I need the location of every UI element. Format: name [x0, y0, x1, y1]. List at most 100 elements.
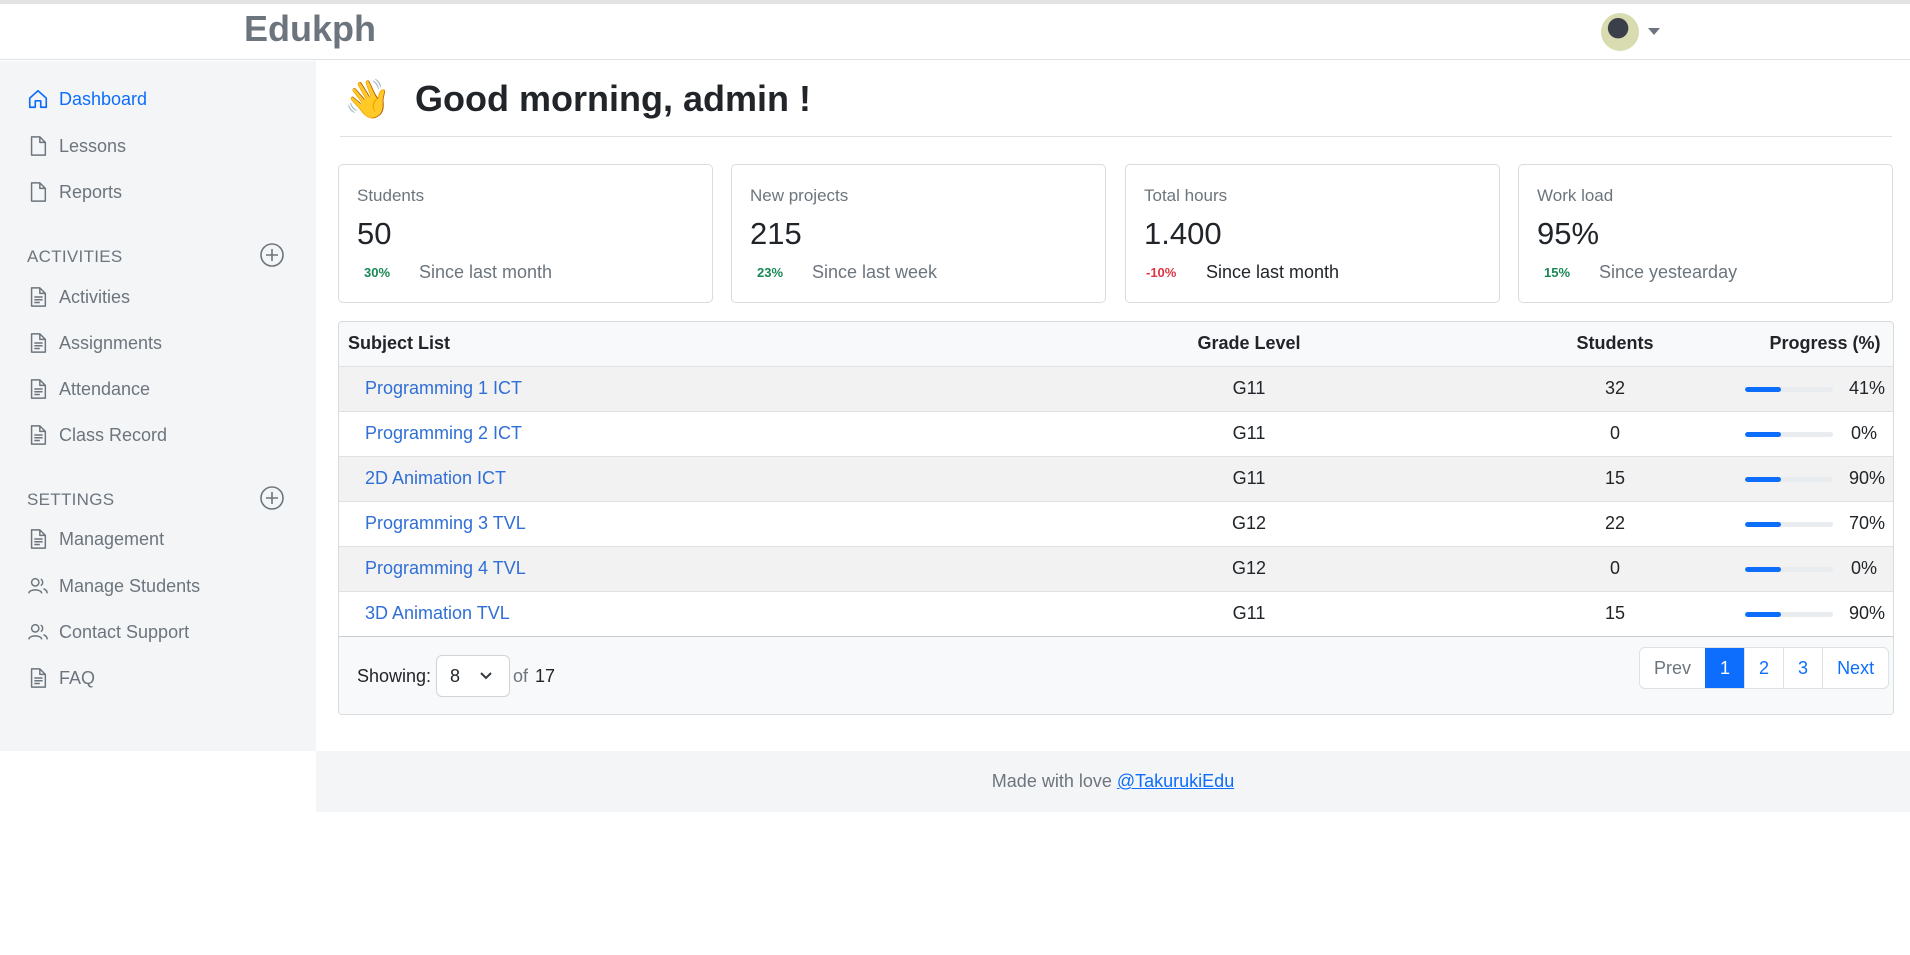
students-cell: 0: [1609, 558, 1620, 578]
sidebar-item-faq[interactable]: FAQ: [27, 661, 95, 695]
sidebar-item-contact-support[interactable]: Contact Support: [27, 615, 189, 649]
stat-value: 1.400: [1144, 216, 1222, 251]
subject-link[interactable]: Programming 2 ICT: [365, 423, 522, 444]
students-cell: 32: [1604, 378, 1626, 398]
stat-title: Students: [357, 186, 425, 205]
progress-bar: [1745, 612, 1833, 617]
grade-cell: G12: [1231, 558, 1267, 578]
sidebar-item-manage-students[interactable]: Manage Students: [27, 569, 200, 603]
activities-heading: ACTIVITIES: [27, 247, 123, 266]
file-text-icon: [30, 379, 47, 399]
file-icon: [30, 182, 47, 202]
sidebar-item-class-record[interactable]: Class Record: [27, 418, 167, 452]
stat-period: Since yestearday: [1599, 262, 1738, 282]
sidebar-item-label: Contact Support: [59, 621, 190, 642]
table-row: 3D Animation TVL G11 15 90%: [339, 591, 1893, 636]
students-cell: 22: [1604, 513, 1626, 533]
subject-link[interactable]: Programming 3 TVL: [365, 513, 526, 534]
progress-percent: 90%: [1848, 468, 1885, 488]
progress-fill: [1745, 612, 1782, 617]
students-cell: 15: [1604, 468, 1626, 488]
sidebar-item-attendance[interactable]: Attendance: [27, 372, 150, 406]
sidebar-item-label: Assignments: [59, 332, 163, 353]
caret-down-icon[interactable]: [1648, 28, 1660, 35]
users-icon: [28, 577, 48, 594]
page-size-select[interactable]: 8: [436, 655, 510, 697]
progress-bar: [1745, 522, 1833, 527]
progress-percent: 90%: [1848, 603, 1885, 623]
showing-label: Showing:: [357, 666, 432, 686]
subject-link[interactable]: Programming 1 ICT: [365, 378, 522, 399]
sidebar-item-reports[interactable]: Reports: [27, 175, 122, 209]
stat-title: New projects: [750, 186, 849, 205]
page-button-1[interactable]: 1: [1705, 648, 1745, 688]
subject-link[interactable]: Programming 4 TVL: [365, 558, 526, 579]
progress-fill: [1745, 432, 1782, 437]
brand-logo[interactable]: Edukph: [244, 8, 376, 50]
column-header-grade[interactable]: Grade Level: [1165, 333, 1333, 354]
sidebar-item-label: Attendance: [59, 378, 151, 399]
column-header-subject[interactable]: Subject List: [348, 333, 450, 354]
subject-link[interactable]: 2D Animation ICT: [365, 468, 506, 489]
footer-author-link[interactable]: @TakurukiEdu: [1117, 771, 1234, 791]
table-row: Programming 2 ICT G11 0 0%: [339, 411, 1893, 456]
user-avatar[interactable]: [1601, 13, 1639, 51]
stat-title: Work load: [1537, 186, 1614, 205]
stat-change: 15%: [1544, 265, 1571, 280]
subject-link[interactable]: 3D Animation TVL: [365, 603, 510, 624]
sidebar-item-assignments[interactable]: Assignments: [27, 326, 162, 360]
settings-heading: SETTINGS: [27, 490, 115, 509]
progress-percent: 0%: [1850, 423, 1877, 443]
prev-page-button[interactable]: Prev: [1640, 648, 1705, 688]
progress-bar: [1745, 432, 1833, 437]
grade-cell: G11: [1232, 603, 1266, 623]
page-button-2[interactable]: 2: [1744, 648, 1783, 688]
table-row: Programming 3 TVL G12 22 70%: [339, 501, 1893, 546]
grade-cell: G11: [1232, 468, 1266, 488]
stat-card-total-hours: Total hours 1.400 -10% Since last month: [1125, 164, 1500, 303]
grade-cell: G11: [1232, 423, 1266, 443]
stat-period: Since last month: [419, 262, 553, 282]
file-text-icon: [30, 668, 47, 688]
footer-message: Made with love: [991, 771, 1112, 791]
file-text-icon: [30, 287, 47, 307]
sidebar-item-management[interactable]: Management: [27, 522, 164, 556]
stat-card-work-load: Work load 95% 15% Since yestearday: [1518, 164, 1893, 303]
progress-percent: 41%: [1848, 378, 1885, 398]
footer-text: Made with love @TakurukiEdu: [316, 771, 1910, 792]
sidebar-item-label: Activities: [59, 286, 131, 307]
subject-table: Subject List Grade Level Students Progre…: [338, 321, 1894, 715]
sidebar-item-label: FAQ: [59, 667, 96, 688]
stat-period: Since last week: [812, 262, 938, 282]
column-header-progress[interactable]: Progress (%): [1763, 333, 1887, 354]
footer: Made with love @TakurukiEdu: [316, 751, 1910, 812]
house-icon: [28, 89, 48, 109]
sidebar-item-label: Manage Students: [59, 575, 201, 596]
sidebar-item-activities[interactable]: Activities: [27, 280, 130, 314]
sidebar-item-label: Class Record: [59, 424, 168, 445]
column-header-students[interactable]: Students: [1545, 333, 1685, 354]
stat-title: Total hours: [1144, 186, 1228, 205]
stat-change: -10%: [1146, 265, 1177, 280]
table-footer-divider: [339, 636, 1893, 637]
sidebar-item-label: Management: [59, 528, 165, 549]
file-icon: [30, 136, 47, 156]
next-page-button[interactable]: Next: [1822, 648, 1888, 688]
page-button-3[interactable]: 3: [1783, 648, 1822, 688]
stat-value: 215: [750, 216, 802, 251]
sidebar-item-label: Lessons: [59, 135, 127, 156]
sidebar-item-label: Dashboard: [59, 88, 148, 109]
sidebar-item-dashboard[interactable]: Dashboard: [27, 82, 147, 116]
top-navbar: Edukph: [0, 4, 1910, 60]
sidebar-item-label: Reports: [59, 181, 123, 202]
page-size-value: 8: [450, 666, 461, 686]
progress-percent: 70%: [1848, 513, 1885, 533]
progress-fill: [1745, 522, 1782, 527]
stat-value: 95%: [1537, 216, 1600, 251]
table-row: Programming 4 TVL G12 0 0%: [339, 546, 1893, 591]
add-activity-plus-icon[interactable]: [259, 242, 285, 268]
progress-fill: [1745, 477, 1782, 482]
add-setting-plus-icon[interactable]: [259, 485, 285, 511]
pagination: Prev 1 2 3 Next: [1639, 647, 1890, 689]
sidebar-item-lessons[interactable]: Lessons: [27, 129, 126, 163]
